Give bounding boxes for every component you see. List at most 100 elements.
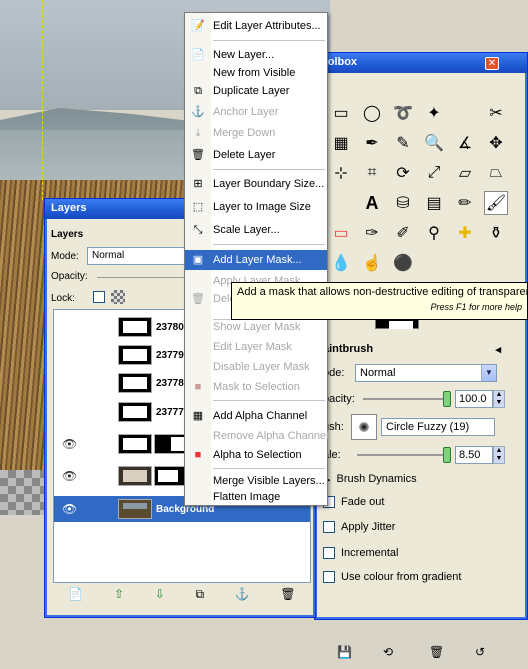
lock-alpha-icon[interactable] — [111, 290, 125, 304]
new-layer-icon[interactable]: 📄 — [68, 587, 83, 605]
alpha-selection-icon: ■ — [194, 449, 202, 461]
layer-opacity-slider[interactable] — [97, 277, 187, 278]
duplicate-layer-icon[interactable]: ⧉ — [195, 587, 204, 605]
opacity-slider[interactable] — [363, 391, 451, 407]
menu-item-layer-to-image-size[interactable]: ⬚ Layer to Image Size — [185, 197, 327, 217]
zoom-icon[interactable]: 🔍 — [422, 131, 446, 155]
anchor-icon[interactable]: ⚓ — [235, 587, 250, 605]
eraser-icon[interactable]: ▭ — [329, 221, 353, 245]
menu-item-delete-layer[interactable]: 🗑 Delete Layer — [185, 145, 327, 165]
eye-icon[interactable]: 👁 — [62, 469, 77, 483]
restore-options-icon[interactable]: ⟲ — [383, 645, 393, 659]
lower-layer-icon[interactable]: ⇩ — [155, 587, 165, 605]
lasso-icon[interactable]: ➰ — [391, 101, 415, 125]
ellipse-select-icon[interactable]: ◯ — [360, 101, 384, 125]
scale-input[interactable]: 8.50 — [455, 446, 493, 464]
opacity-spin-buttons[interactable]: ▲ ▼ — [493, 390, 505, 408]
background-color-swatch[interactable] — [389, 321, 413, 329]
menu-separator — [213, 40, 325, 41]
scale-spin-buttons[interactable]: ▲ ▼ — [493, 446, 505, 464]
pencil-icon[interactable]: ✏ — [453, 191, 477, 215]
lock-pixels-checkbox[interactable] — [93, 291, 105, 303]
heal-icon[interactable]: ✚ — [453, 221, 477, 245]
bucket-fill-icon[interactable]: ⛁ — [391, 191, 415, 215]
menu-item-add-alpha-channel[interactable]: ▦ Add Alpha Channel — [185, 406, 327, 426]
paths-icon[interactable]: ✒ — [360, 131, 384, 155]
boundary-size-icon: ⊞ — [193, 178, 203, 190]
airbrush-icon[interactable]: ✑ — [360, 221, 384, 245]
delete-options-icon[interactable]: 🗑 — [429, 645, 444, 659]
reset-options-icon[interactable]: ↺ — [475, 645, 485, 659]
mode-select[interactable]: Normal ▼ — [355, 364, 497, 382]
menu-item-mask-to-selection[interactable]: ■ Mask to Selection — [185, 377, 327, 397]
layer-name[interactable]: 23777 — [156, 407, 184, 418]
delete-mask-icon: 🗑 — [191, 293, 205, 305]
measure-icon[interactable]: ∡ — [453, 131, 477, 155]
brush-preview[interactable] — [351, 414, 377, 440]
raise-layer-icon[interactable]: ⇧ — [114, 587, 124, 605]
perspective-clone-icon[interactable]: ⚱ — [484, 221, 508, 245]
eye-icon[interactable]: 👁 — [62, 502, 77, 516]
brush-dynamics-expander[interactable]: Brush Dynamics — [337, 473, 417, 485]
scale-icon[interactable]: ⤢ — [422, 161, 446, 185]
shear-icon[interactable]: ▱ — [453, 161, 477, 185]
rect-select-icon[interactable]: ▭ — [329, 101, 353, 125]
layer-name[interactable]: 23780 — [156, 322, 184, 333]
paintbrush-icon[interactable]: 🖌 — [484, 191, 508, 215]
configure-tab-icon[interactable]: ◂ — [495, 343, 501, 356]
layer-boundary-guide — [42, 0, 43, 200]
menu-item-remove-alpha-channel[interactable]: Remove Alpha Channel — [185, 426, 329, 446]
rotate-icon[interactable]: ⟳ — [391, 161, 415, 185]
fuzzy-select-icon[interactable]: ✦ — [422, 101, 446, 125]
layer-mode-select[interactable]: Normal — [87, 247, 187, 265]
menu-item-label: Add Layer Mask... — [213, 254, 302, 266]
menu-item-show-layer-mask[interactable]: Show Layer Mask — [185, 317, 327, 337]
text-icon[interactable]: A — [360, 191, 384, 215]
incremental-checkbox[interactable] — [323, 547, 335, 559]
apply-jitter-label: Apply Jitter — [341, 521, 396, 533]
opacity-input[interactable]: 100.0 — [455, 390, 493, 408]
menu-item-label: Show Layer Mask — [213, 321, 301, 333]
close-icon[interactable]: ✕ — [485, 57, 499, 70]
tool-options-panel: aintbrush ◂ ode: Normal ▼ pacity: 100.0 … — [319, 339, 505, 588]
scale-slider[interactable] — [357, 447, 451, 463]
slider-handle[interactable] — [443, 447, 451, 463]
layer-name[interactable]: 23779 — [156, 350, 184, 361]
apply-jitter-checkbox[interactable] — [323, 521, 335, 533]
menu-item-edit-layer-mask[interactable]: Edit Layer Mask — [185, 337, 327, 357]
menu-item-new-layer[interactable]: 📄 New Layer... — [185, 45, 327, 65]
menu-item-flatten-image[interactable]: Flatten Image — [185, 487, 327, 507]
menu-item-new-from-visible[interactable]: New from Visible — [185, 63, 327, 83]
menu-item-merge-down[interactable]: ⤓ Merge Down — [185, 123, 327, 143]
menu-item-disable-layer-mask[interactable]: Disable Layer Mask — [185, 357, 327, 377]
eye-icon[interactable]: 👁 — [62, 437, 77, 451]
incremental-label: Incremental — [341, 547, 399, 559]
scissors-icon[interactable]: ✂ — [484, 101, 508, 125]
menu-item-scale-layer[interactable]: ⤡ Scale Layer... — [185, 220, 327, 240]
align-icon[interactable]: ⊹ — [329, 161, 353, 185]
perspective-icon[interactable]: ⏢ — [484, 161, 508, 185]
dodge-burn-icon[interactable]: ⚫ — [391, 251, 415, 275]
brush-name-field[interactable]: Circle Fuzzy (19) — [381, 418, 495, 436]
delete-icon[interactable]: 🗑 — [280, 587, 295, 605]
color-picker-icon[interactable]: ✎ — [391, 131, 415, 155]
menu-item-alpha-to-selection[interactable]: ■ Alpha to Selection — [185, 445, 327, 465]
menu-item-anchor-layer[interactable]: ⚓ Anchor Layer — [185, 102, 327, 122]
menu-item-add-layer-mask[interactable]: ▣ Add Layer Mask... — [185, 250, 327, 270]
save-options-icon[interactable]: 💾 — [337, 645, 352, 659]
menu-item-layer-boundary-size[interactable]: ⊞ Layer Boundary Size... — [185, 174, 327, 194]
menu-item-duplicate-layer[interactable]: ⧉ Duplicate Layer — [185, 81, 327, 101]
move-icon[interactable]: ✥ — [484, 131, 508, 155]
clone-icon[interactable]: ⚲ — [422, 221, 446, 245]
menu-item-edit-layer-attributes[interactable]: 📝 Edit Layer Attributes... — [185, 16, 327, 36]
crop-icon[interactable]: ⌗ — [360, 161, 384, 185]
by-color-select-icon[interactable]: ▦ — [329, 131, 353, 155]
gradient-colour-checkbox[interactable] — [323, 571, 335, 583]
slider-handle[interactable] — [443, 391, 451, 407]
blur-icon[interactable]: 💧 — [329, 251, 353, 275]
ink-icon[interactable]: ✐ — [391, 221, 415, 245]
chevron-down-icon: ▼ — [481, 365, 496, 381]
smudge-icon[interactable]: ☝ — [360, 251, 384, 275]
layer-name[interactable]: 23778 — [156, 378, 184, 389]
blend-icon[interactable]: ▤ — [422, 191, 446, 215]
